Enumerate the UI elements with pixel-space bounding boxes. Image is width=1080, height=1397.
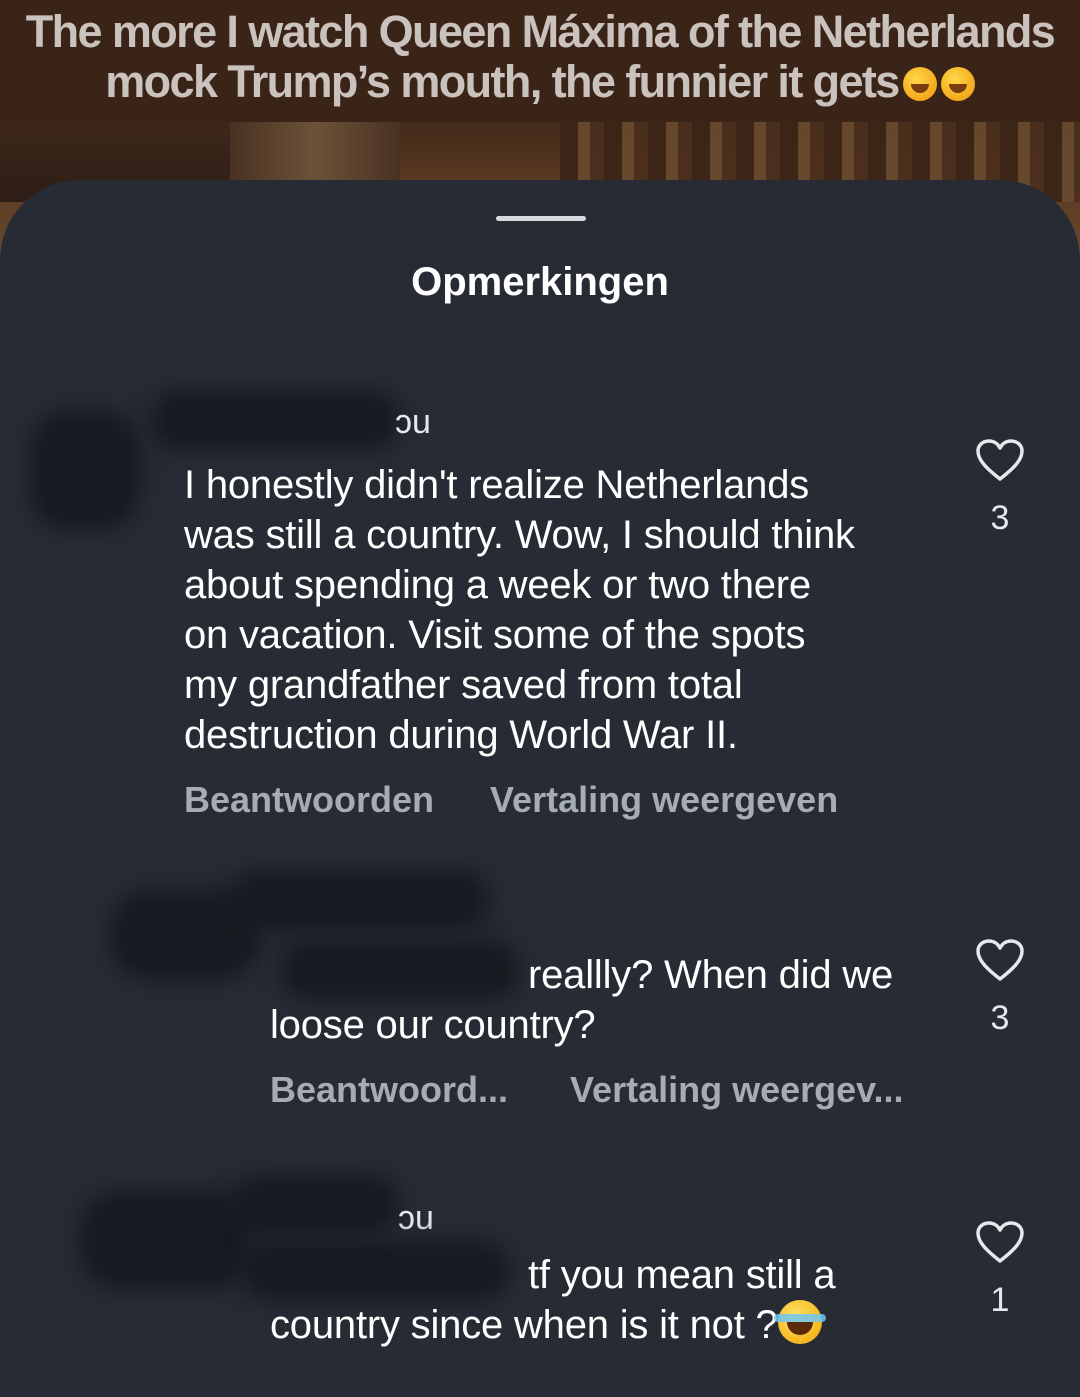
like-count: 3: [990, 499, 1010, 537]
username-redacted[interactable]: [230, 1175, 400, 1235]
rofl-emoji-icon: [940, 67, 975, 101]
comment-reply-item: ɔu tf you mean still a country since whe…: [0, 1170, 1080, 1397]
caption-line-1: The more I watch Queen Máxima of the Net…: [25, 6, 1056, 57]
sheet-drag-handle[interactable]: [496, 216, 586, 221]
caption-line-2-row: mock Trump’s mouth, the funnier it gets: [0, 57, 1080, 107]
laughing-tears-emoji-icon: [773, 1300, 826, 1344]
heart-icon[interactable]: [975, 1220, 1025, 1264]
comment-actions: Beantwoord... Vertaling weergev...: [270, 1070, 904, 1110]
comment-text: tf you mean still a country since when i…: [270, 1250, 950, 1350]
comment-reply-item: reallly? When did we loose our country? …: [0, 870, 1080, 1130]
heart-icon[interactable]: [975, 938, 1025, 982]
sheet-title: Opmerkingen: [411, 260, 669, 304]
comment-line: about spending a week or two there: [184, 563, 811, 607]
reply-button[interactable]: Beantwoord...: [270, 1070, 508, 1110]
username-fragment: ɔu: [398, 1199, 434, 1237]
comment-line: tf you mean still a: [528, 1253, 836, 1297]
translate-button[interactable]: Vertaling weergev...: [570, 1070, 903, 1110]
caption-line-2: mock Trump’s mouth, the funnier it gets: [105, 56, 900, 107]
comment-line: my grandfather saved from total: [184, 663, 743, 707]
like-count: 3: [990, 999, 1010, 1037]
heart-icon[interactable]: [975, 438, 1025, 482]
reply-button[interactable]: Beantwoorden: [184, 780, 434, 820]
username-fragment: ɔu: [395, 403, 431, 441]
username-redacted[interactable]: [150, 390, 400, 450]
rofl-emoji-icon: [902, 67, 937, 101]
comment-line: reallly? When did we: [528, 953, 894, 997]
like-column: 3: [972, 438, 1028, 538]
comment-actions: Beantwoorden Vertaling weergeven: [184, 780, 838, 820]
avatar[interactable]: [80, 1190, 250, 1290]
comment-line: country since when is it not ?: [270, 1303, 778, 1347]
comment-line: destruction during World War II.: [184, 713, 738, 757]
like-column: 1: [972, 1220, 1028, 1320]
comment-text: reallly? When did we loose our country?: [270, 950, 950, 1050]
like-column: 3: [972, 938, 1028, 1038]
comment-line: loose our country?: [270, 1003, 596, 1047]
comment-line: was still a country. Wow, I should think: [184, 513, 855, 557]
screen: The more I watch Queen Máxima of the Net…: [0, 0, 1080, 1397]
comment-line: I honestly didn't realize Netherlands: [184, 463, 810, 507]
comment-line: on vacation. Visit some of the spots: [184, 613, 806, 657]
comment-line-row: country since when is it not ?: [270, 1300, 950, 1350]
avatar[interactable]: [30, 410, 140, 530]
video-caption: The more I watch Queen Máxima of the Net…: [0, 0, 1080, 122]
comments-sheet: Opmerkingen ɔu I honestly didn't realize…: [0, 180, 1080, 1397]
like-count: 1: [990, 1281, 1010, 1319]
translate-button[interactable]: Vertaling weergeven: [490, 780, 838, 820]
comment-item: ɔu I honestly didn't realize Netherlands…: [0, 380, 1080, 840]
username-redacted[interactable]: [230, 870, 490, 930]
comment-text: I honestly didn't realize Netherlands wa…: [184, 460, 944, 760]
